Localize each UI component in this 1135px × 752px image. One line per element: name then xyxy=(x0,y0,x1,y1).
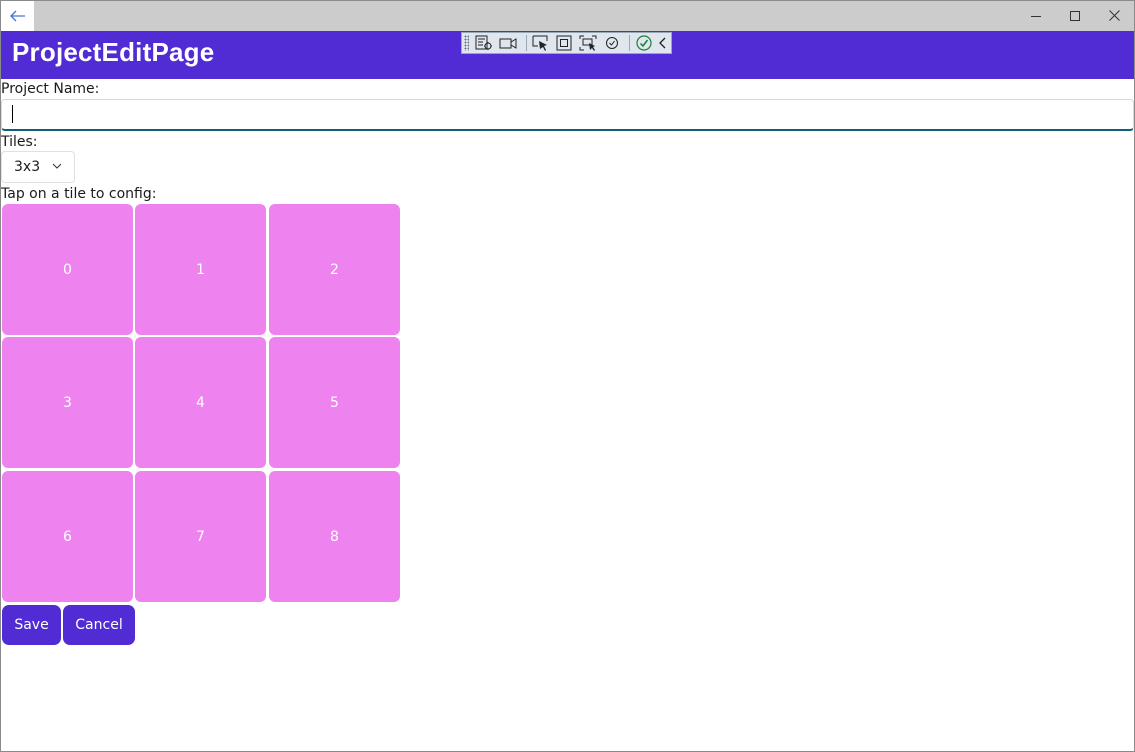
track-focus-icon[interactable] xyxy=(578,34,598,52)
tiles-dropdown[interactable]: 3x3 xyxy=(1,151,75,183)
back-button[interactable] xyxy=(1,1,34,31)
close-button[interactable] xyxy=(1094,0,1134,31)
debug-toolbar xyxy=(461,32,672,54)
tile-button[interactable]: 8 xyxy=(269,471,400,602)
maximize-icon xyxy=(1070,10,1080,21)
record-icon[interactable] xyxy=(498,34,518,52)
tile-button[interactable]: 2 xyxy=(269,204,400,335)
maximize-button[interactable] xyxy=(1055,0,1095,31)
cancel-button[interactable]: Cancel xyxy=(63,605,135,645)
project-name-input[interactable] xyxy=(1,99,1134,131)
tile-button[interactable]: 5 xyxy=(269,337,400,468)
tile-button[interactable]: 0 xyxy=(2,204,133,335)
minimize-button[interactable] xyxy=(1016,0,1056,31)
tiles-selected-value: 3x3 xyxy=(14,159,41,175)
select-element-icon[interactable] xyxy=(531,34,551,52)
project-name-label: Project Name: xyxy=(1,81,100,97)
tile-button[interactable]: 7 xyxy=(135,471,266,602)
tap-instruction-label: Tap on a tile to config: xyxy=(1,186,157,202)
toolbar-grip-icon[interactable] xyxy=(464,35,470,51)
toolbar-separator xyxy=(525,35,527,51)
save-button[interactable]: Save xyxy=(2,605,61,645)
page-title: ProjectEditPage xyxy=(12,37,215,67)
toolbar-separator xyxy=(629,35,631,51)
close-icon xyxy=(1108,10,1120,21)
arrow-left-icon xyxy=(9,10,25,22)
text-caret xyxy=(12,105,13,123)
tile-button[interactable]: 1 xyxy=(135,204,266,335)
display-layout-adorners-icon[interactable] xyxy=(554,34,574,52)
hot-reload-icon[interactable] xyxy=(602,34,622,52)
live-visual-tree-icon[interactable] xyxy=(474,34,494,52)
chevron-down-icon xyxy=(52,163,62,169)
minimize-icon xyxy=(1031,15,1041,17)
title-bar xyxy=(0,0,1135,31)
tile-button[interactable]: 4 xyxy=(135,337,266,468)
collapse-icon[interactable] xyxy=(658,34,667,52)
tile-button[interactable]: 3 xyxy=(2,337,133,468)
tile-button[interactable]: 6 xyxy=(2,471,133,602)
tiles-label: Tiles: xyxy=(1,134,38,150)
binding-check-icon[interactable] xyxy=(634,34,654,52)
